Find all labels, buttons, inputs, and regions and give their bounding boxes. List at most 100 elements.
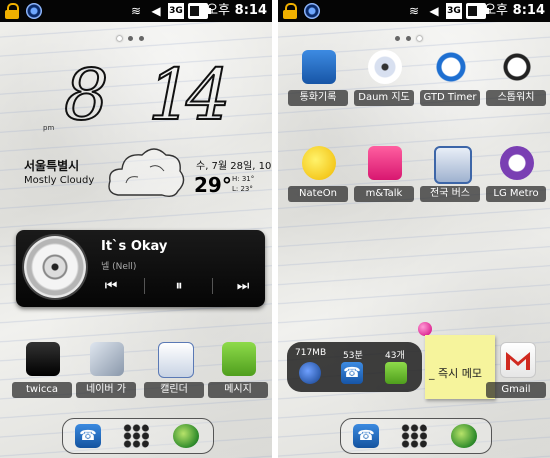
- app-label: 통화기록: [288, 90, 348, 106]
- clock-hour: 8: [63, 54, 110, 136]
- page-dot: [128, 36, 133, 41]
- nateon-icon: [302, 146, 336, 180]
- weather-city: 서울특별시: [24, 159, 80, 173]
- clock-minute-ones: 4: [185, 54, 232, 136]
- phone-icon[interactable]: ☎: [353, 424, 379, 448]
- phone-icon[interactable]: ☎: [75, 424, 101, 448]
- battery-icon: [188, 3, 211, 19]
- app-call-log[interactable]: 통화기록: [288, 50, 348, 112]
- signal-3g-icon: 3G: [446, 3, 462, 19]
- dock: ☎: [62, 418, 214, 454]
- app-label: LG Metro: [486, 186, 546, 202]
- app-label: twicca: [12, 382, 72, 398]
- browser-icon[interactable]: [173, 424, 199, 448]
- lock-icon: [4, 3, 20, 19]
- home-screen-right: ≋ ◀ 3G 오후 8:14 통화기록 Daum 지도 GTD Timer 스톱…: [278, 0, 550, 458]
- app-label: 전국 버스: [420, 186, 480, 202]
- homescreen-composite: ≋ ◀ 3G 오후 8:14 8 1 4 pm 서울특별시 Mostly Clo…: [0, 0, 550, 458]
- weather-high: H: 31°: [232, 175, 255, 183]
- control-divider: [144, 278, 145, 294]
- app-drawer-icon[interactable]: [401, 424, 427, 448]
- page-dot: [139, 36, 144, 41]
- pause-button[interactable]: ⏸: [166, 275, 192, 297]
- call-minutes-value: 53분: [343, 351, 363, 361]
- page-dot: [406, 36, 411, 41]
- globe-icon: [299, 362, 321, 384]
- clock-ampm: pm: [43, 124, 55, 132]
- phone-icon: ☎: [341, 362, 363, 384]
- volume-icon: ◀: [429, 4, 439, 18]
- gmail-m-glyph: [506, 352, 530, 370]
- previous-track-button[interactable]: ⏮: [98, 275, 124, 297]
- call-log-icon: [302, 50, 336, 84]
- app-label: 캘린더: [144, 382, 204, 398]
- daum-map-icon: [368, 50, 402, 84]
- status-ampm: 오후: [484, 3, 508, 18]
- calendar-icon: [158, 342, 194, 378]
- browser-icon[interactable]: [451, 424, 477, 448]
- stopwatch-icon: [500, 50, 534, 84]
- app-label: Gmail: [486, 382, 546, 398]
- memo-text: _ 즉시 메모: [429, 367, 482, 380]
- next-track-button[interactable]: ⏭: [230, 275, 256, 297]
- signal-3g-icon: 3G: [168, 3, 184, 19]
- app-calendar[interactable]: 캘린더: [144, 342, 204, 404]
- status-bar[interactable]: ≋ ◀ 3G 오후 8:14: [278, 0, 550, 22]
- system-status-widget[interactable]: 717MB 53분 43개 ☎: [287, 342, 422, 392]
- dock: ☎: [340, 418, 492, 454]
- weather-temp: 29°: [194, 173, 232, 197]
- status-bar[interactable]: ≋ ◀ 3G 오후 8:14: [0, 0, 272, 22]
- page-dot: [395, 36, 400, 41]
- app-nateon[interactable]: NateOn: [288, 146, 348, 208]
- app-stopwatch[interactable]: 스톱워치: [486, 50, 546, 112]
- app-label: 스톱워치: [486, 90, 546, 106]
- app-label: 네이버 가: [76, 382, 136, 398]
- battery-icon: [466, 3, 489, 19]
- bus-icon: [434, 146, 472, 184]
- app-label: NateOn: [288, 186, 348, 202]
- weather-condition: Mostly Cloudy: [24, 175, 95, 186]
- sms-icon: [385, 362, 407, 384]
- app-drawer-icon[interactable]: [123, 424, 149, 448]
- weather-low: L: 23°: [232, 185, 253, 193]
- message-icon: [222, 342, 256, 376]
- home-screen-left: ≋ ◀ 3G 오후 8:14 8 1 4 pm 서울특별시 Mostly Clo…: [0, 0, 272, 458]
- control-divider: [212, 278, 213, 294]
- pushpin-icon: [418, 322, 432, 336]
- cloud-icon: [108, 148, 185, 198]
- lock-icon: [282, 3, 298, 19]
- app-label: 메시지: [208, 382, 268, 398]
- app-twicca[interactable]: twicca: [12, 342, 72, 404]
- app-daum-map[interactable]: Daum 지도: [354, 50, 414, 112]
- gmail-icon: [500, 342, 536, 378]
- song-title: It`s Okay: [101, 239, 168, 254]
- app-messages[interactable]: 메시지: [208, 342, 268, 404]
- app-label: Daum 지도: [354, 90, 414, 106]
- app-label: m&Talk: [354, 186, 414, 202]
- page-indicator: [392, 26, 425, 41]
- app-gmail[interactable]: Gmail: [486, 342, 546, 404]
- page-indicator: [114, 26, 147, 41]
- app-gtd-timer[interactable]: GTD Timer: [420, 50, 480, 112]
- app-bus[interactable]: 전국 버스: [420, 146, 480, 208]
- metro-icon: [500, 146, 534, 180]
- app-naver[interactable]: 네이버 가: [76, 342, 136, 404]
- status-ampm: 오후: [206, 3, 230, 18]
- page-dot-active: [117, 36, 122, 41]
- app-label: GTD Timer: [420, 90, 480, 106]
- app-lg-metro[interactable]: LG Metro: [486, 146, 546, 208]
- wifi-icon: ≋: [130, 4, 142, 18]
- weather-date: 수, 7월 28일, 10: [196, 161, 272, 172]
- quick-memo-widget[interactable]: _ 즉시 메모: [425, 335, 495, 399]
- status-time: 8:14: [512, 3, 545, 18]
- notification-icon: [26, 3, 42, 19]
- page-dot-active: [417, 36, 422, 41]
- app-mtalk[interactable]: m&Talk: [354, 146, 414, 208]
- music-widget[interactable]: It`s Okay 넬 (Nell) ⏮ ⏸ ⏭: [16, 230, 265, 307]
- naver-wallet-icon: [90, 342, 124, 376]
- timer-icon: [434, 50, 468, 84]
- song-artist: 넬 (Nell): [101, 262, 137, 272]
- clock-widget[interactable]: 8 1 4: [56, 54, 256, 136]
- memory-value: 717MB: [295, 348, 327, 358]
- notification-icon: [304, 3, 320, 19]
